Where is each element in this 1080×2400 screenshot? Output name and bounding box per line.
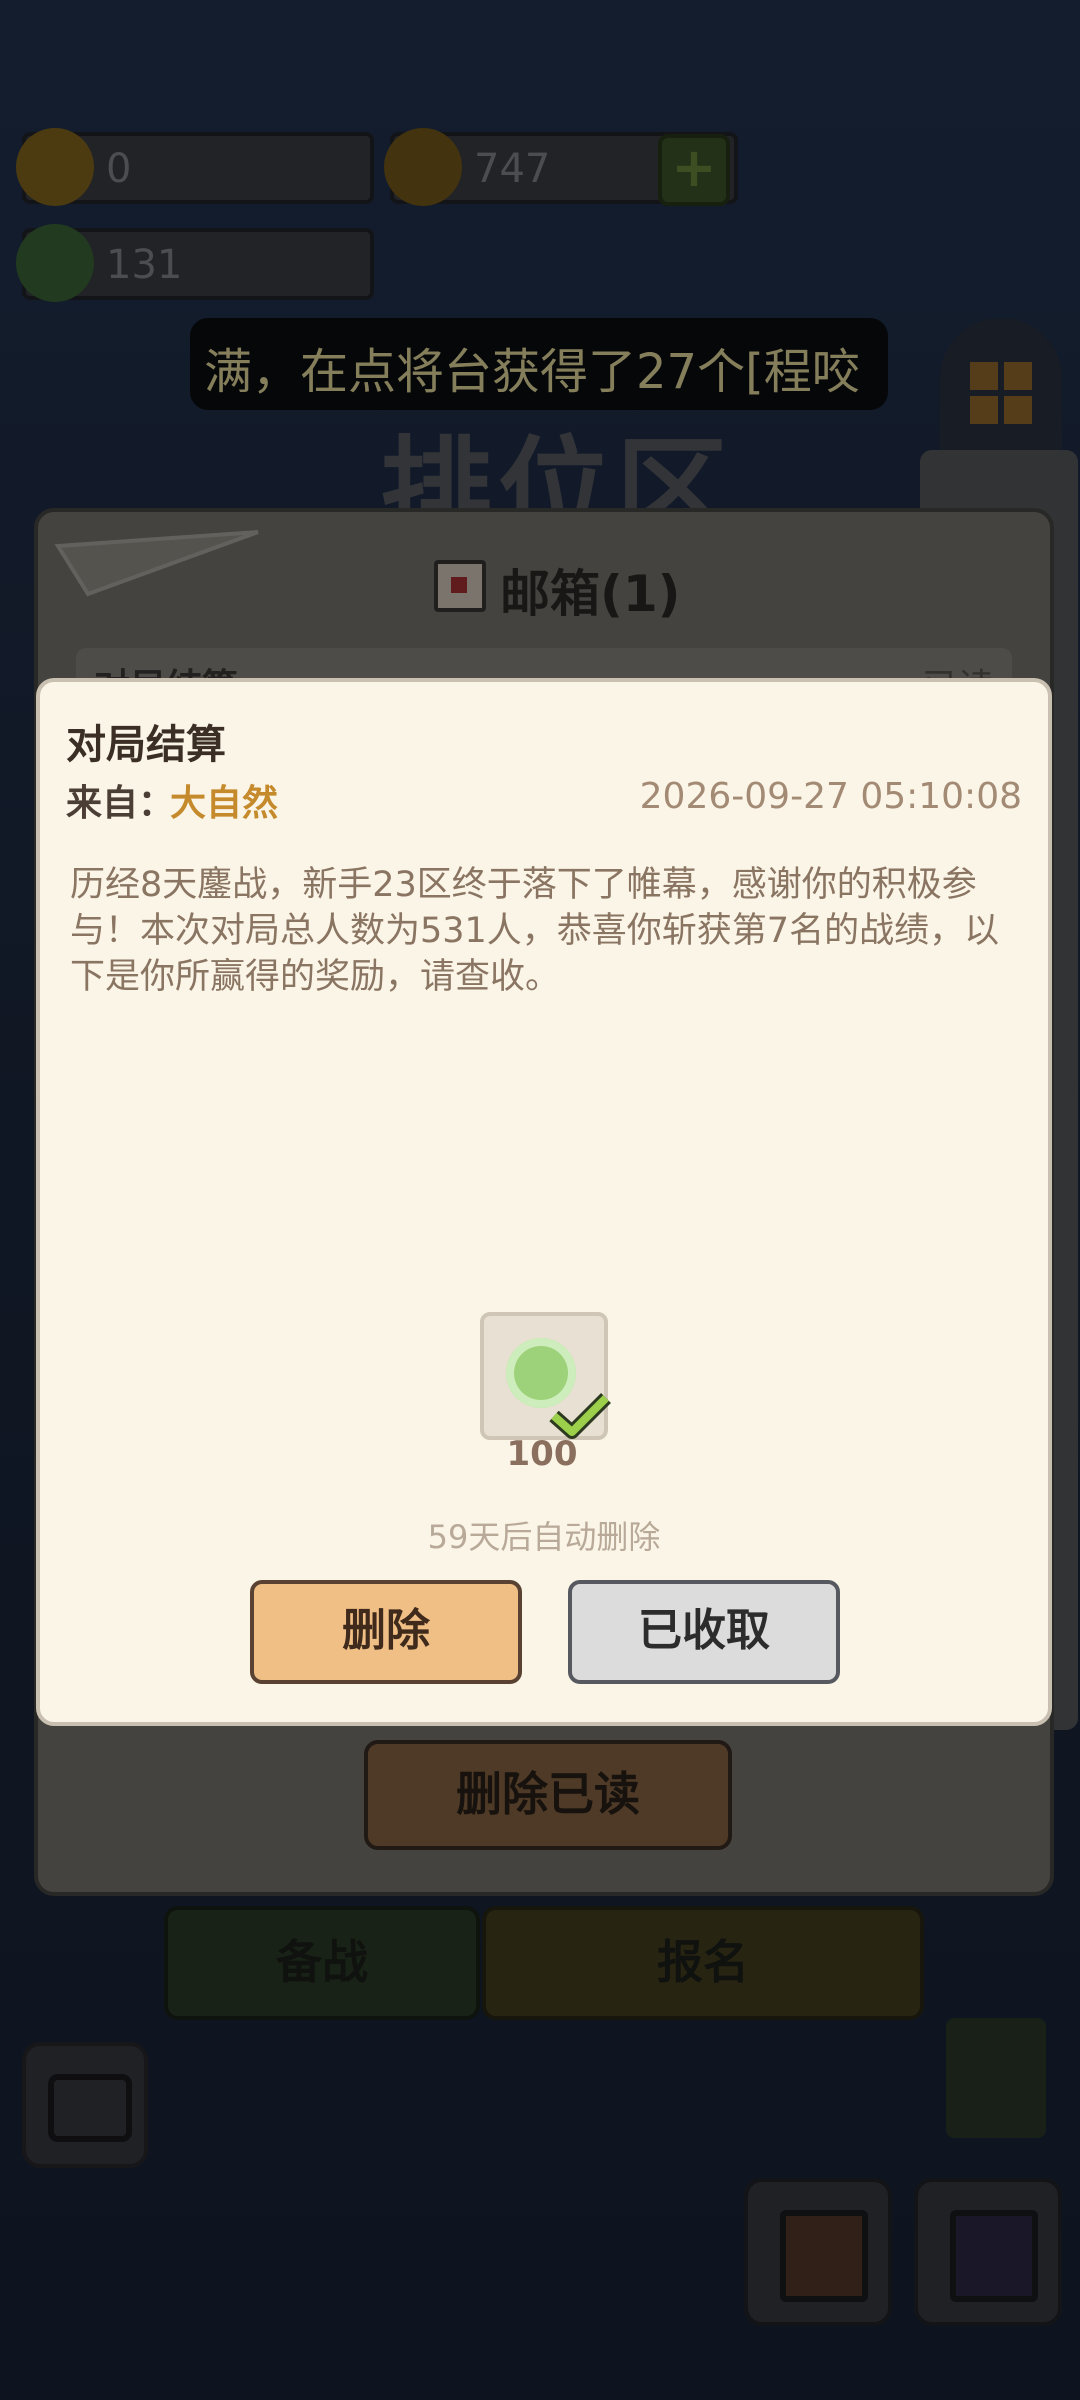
- chest-button[interactable]: [744, 2178, 892, 2326]
- claimed-check-icon: [549, 1393, 611, 1439]
- add-coin-button[interactable]: +: [658, 134, 730, 206]
- reward-count: 100: [506, 1434, 578, 1474]
- gold-ingot-bar: 0: [16, 128, 374, 206]
- green-gem-icon: [16, 224, 94, 302]
- plant-icon[interactable]: [946, 2018, 1046, 2138]
- mailbox-title: 邮箱(1): [500, 565, 681, 623]
- gem-value: 131: [106, 242, 183, 288]
- mail-from-label: 来自：: [66, 783, 175, 824]
- gold-ingot-value: 0: [106, 146, 132, 192]
- gold-ingot-icon: [16, 128, 94, 206]
- coin-bar: 747 +: [384, 128, 738, 206]
- game-screen: 0 747 + 131 满，在点将台获得了27个[程咬 排位区 邮箱(1) 对局…: [0, 0, 1080, 2400]
- delete-read-button[interactable]: 删除已读: [364, 1740, 732, 1850]
- mailbox-header: 邮箱(1): [38, 512, 1050, 652]
- mail-sender: 大自然: [170, 783, 279, 824]
- mail-title: 对局结算: [66, 722, 226, 768]
- mail-detail-dialog: 对局结算 来自： 大自然 2026-09-27 05:10:08 历经8天鏖战，…: [36, 678, 1052, 1726]
- mail-icon: [434, 560, 486, 612]
- scroll-icon: [950, 2210, 1038, 2302]
- prepare-button[interactable]: 备战: [164, 1906, 480, 2020]
- delete-button[interactable]: 删除: [250, 1580, 522, 1684]
- mail-date: 2026-09-27 05:10:08: [639, 776, 1022, 817]
- marquee-text: 满，在点将台获得了27个[程咬: [204, 344, 860, 400]
- auto-delete-notice: 59天后自动删除: [427, 1518, 661, 1556]
- gem-bar: 131: [16, 224, 374, 302]
- grid-menu-icon[interactable]: [970, 362, 1032, 424]
- chest-icon: [780, 2210, 868, 2302]
- coin-icon: [384, 128, 462, 206]
- mail-body: 历经8天鏖战，新手23区终于落下了帷幕，感谢你的积极参与！本次对局总人数为531…: [70, 865, 1000, 997]
- announcement-marquee: 满，在点将台获得了27个[程咬: [190, 318, 888, 410]
- signup-button[interactable]: 报名: [482, 1906, 924, 2020]
- scroll-button[interactable]: [914, 2178, 1062, 2326]
- chat-button[interactable]: [22, 2042, 148, 2168]
- chat-bubble-icon: [48, 2074, 132, 2142]
- collected-button[interactable]: 已收取: [568, 1580, 840, 1684]
- coin-value: 747: [474, 146, 551, 192]
